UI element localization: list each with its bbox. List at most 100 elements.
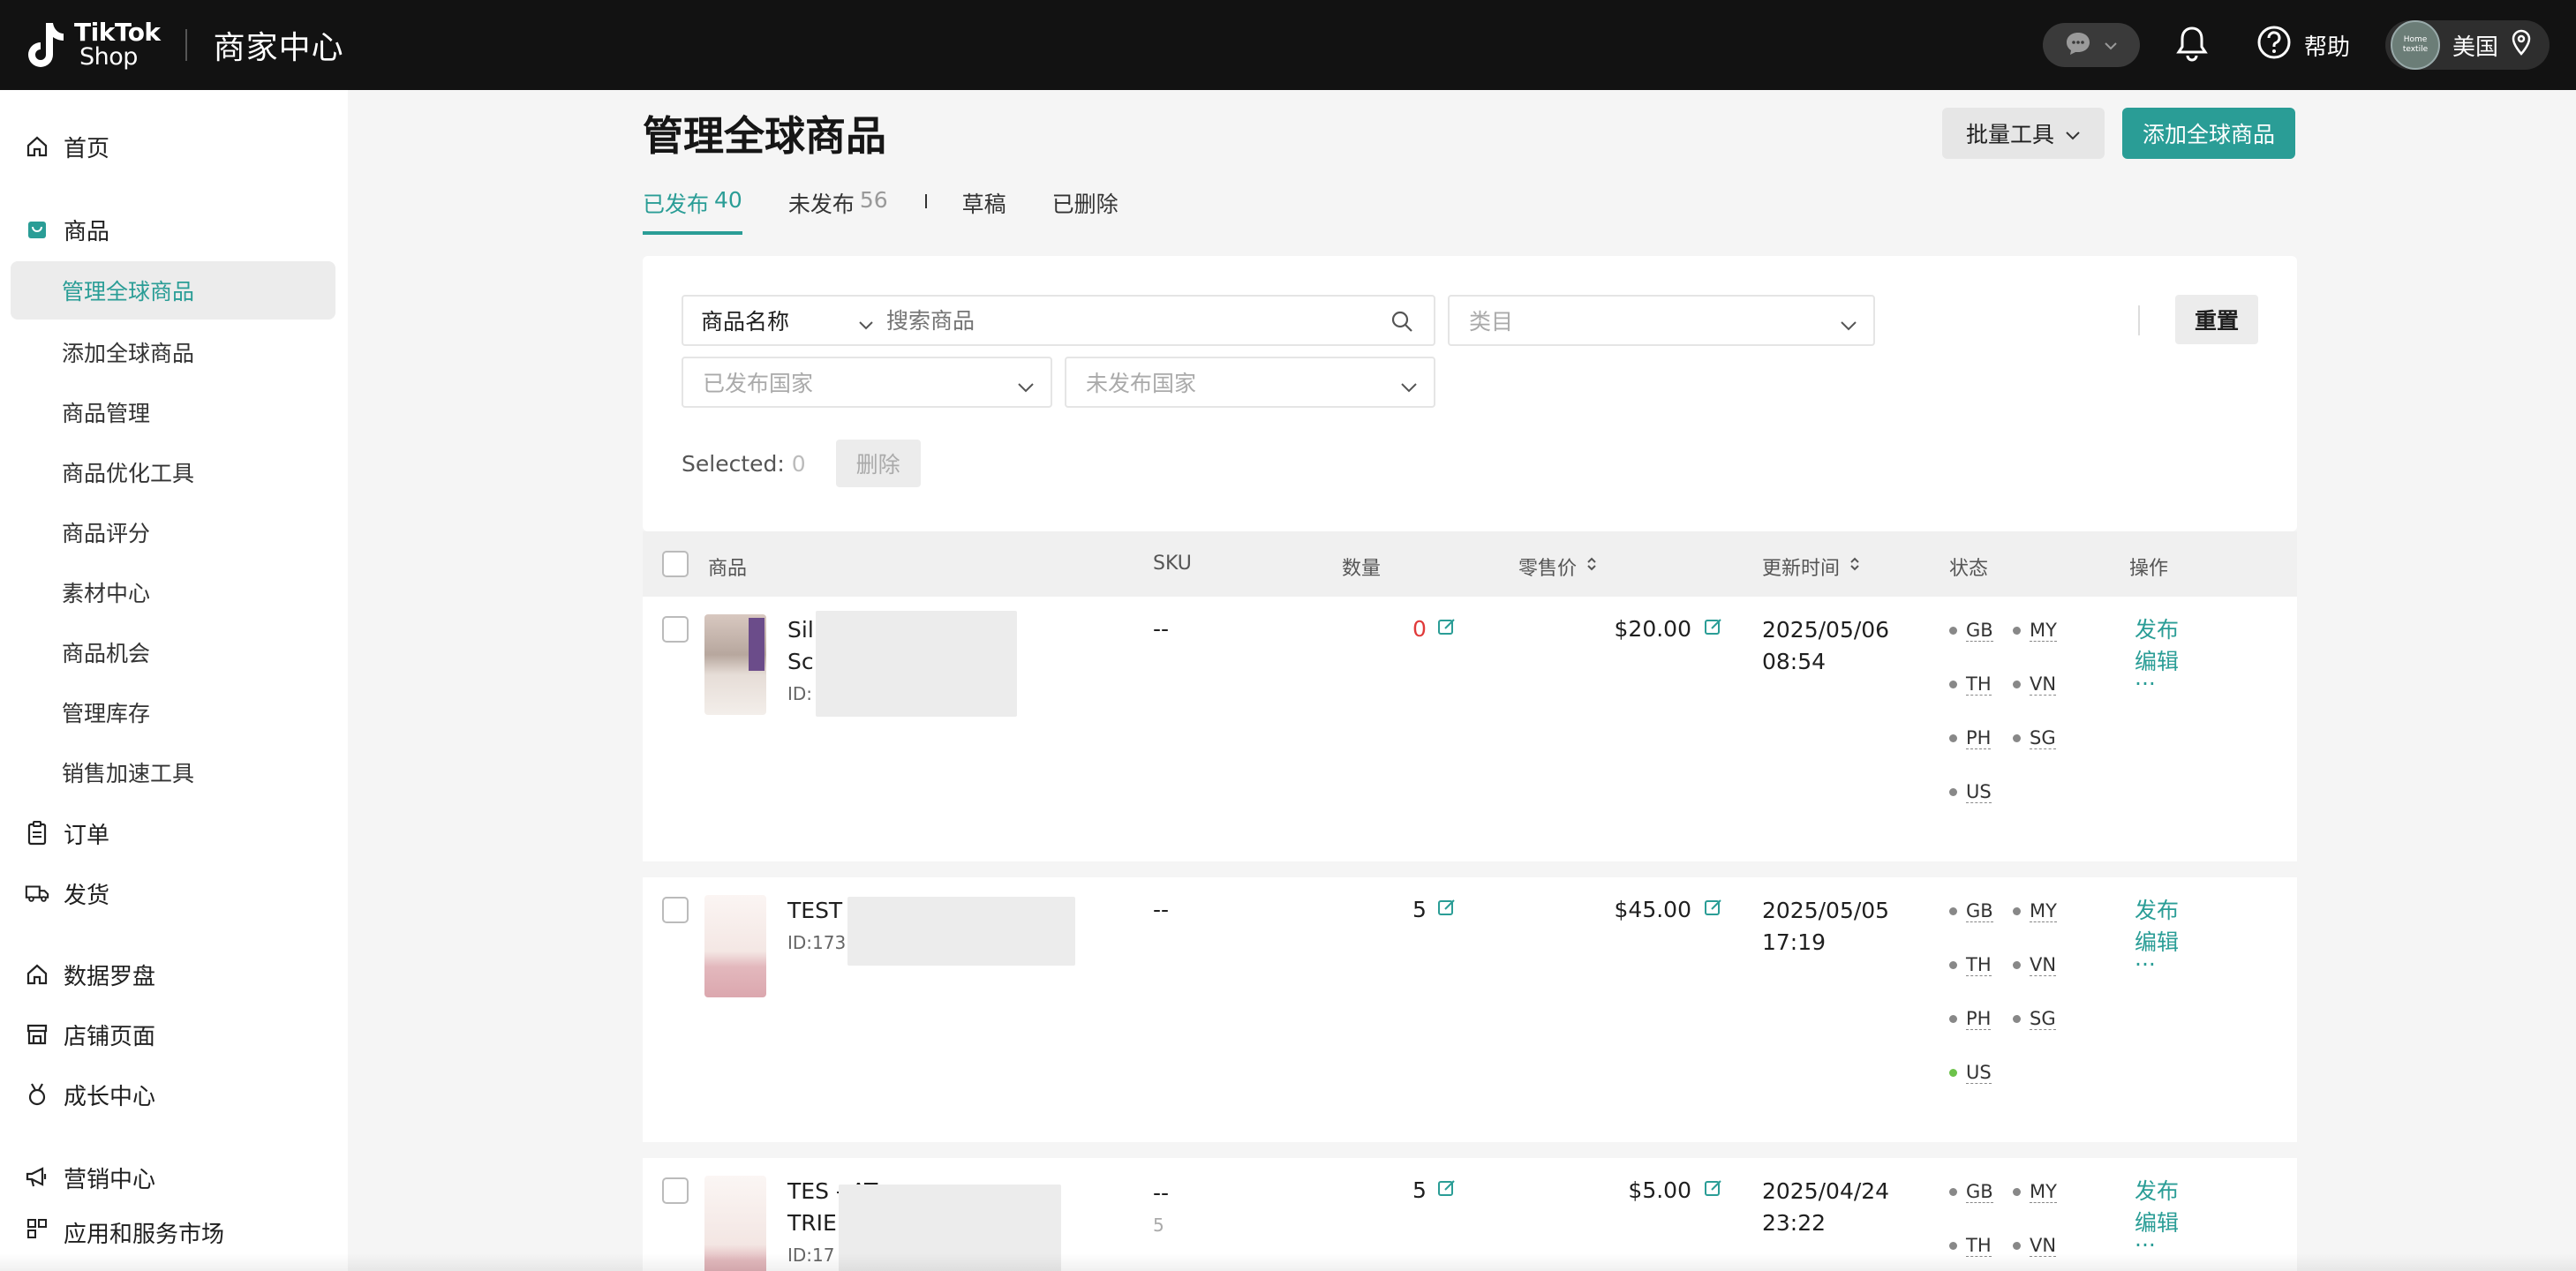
search-input[interactable]	[886, 307, 1363, 334]
country-status: US	[1949, 1062, 2013, 1084]
avatar-text: Home textile	[2402, 35, 2429, 54]
sidebar-item-optimization-tools[interactable]: 商品优化工具	[11, 443, 335, 501]
sidebar-label-orders: 订单	[64, 822, 110, 849]
tab-unpublished[interactable]: 未发布 56	[788, 187, 888, 231]
sidebar-label-products: 商品	[64, 218, 110, 245]
edit-icon[interactable]	[1704, 897, 1723, 922]
row-checkbox[interactable]	[662, 1177, 689, 1204]
country-code: US	[1966, 781, 1992, 803]
sidebar-item-shop-page[interactable]: 店铺页面	[0, 1006, 348, 1063]
add-global-product-button[interactable]: 添加全球商品	[2122, 108, 2295, 159]
quantity-cell: 5	[1412, 897, 1457, 922]
sku-value: --	[1153, 1180, 1170, 1206]
country-status: GB	[1949, 620, 2013, 642]
sidebar-item-add-global-product[interactable]: 添加全球商品	[11, 323, 335, 381]
category-select[interactable]: 类目	[1448, 295, 1875, 346]
column-header-update-time[interactable]: 更新时间	[1762, 553, 1861, 581]
tab-deleted[interactable]: 已删除	[1052, 187, 1119, 231]
sidebar-item-app-market[interactable]: 应用和服务市场	[0, 1213, 348, 1248]
edit-icon[interactable]	[1704, 616, 1723, 642]
chevron-down-icon	[2104, 37, 2118, 54]
column-label: 操作	[2129, 558, 2169, 580]
publish-link[interactable]: 发布	[2135, 614, 2179, 646]
reset-button[interactable]: 重置	[2175, 295, 2258, 344]
edit-icon[interactable]	[1437, 616, 1457, 642]
country-code: PH	[1966, 1008, 1992, 1030]
sidebar-label-data-compass: 数据罗盘	[64, 963, 156, 990]
sidebar-item-shipping[interactable]: 发货	[0, 865, 348, 921]
unpublished-country-select[interactable]: 未发布国家	[1065, 357, 1435, 408]
notification-bell-icon[interactable]	[2175, 25, 2209, 65]
country-status-list: GB MY TH VN	[1949, 1181, 2076, 1257]
help-button[interactable]: 帮助	[2256, 25, 2350, 66]
help-label: 帮助	[2303, 34, 2350, 61]
row-checkbox[interactable]	[662, 897, 689, 923]
delete-button[interactable]: 删除	[835, 440, 921, 487]
chevron-down-icon	[1400, 372, 1418, 398]
sidebar-item-media-center[interactable]: 素材中心	[11, 563, 335, 621]
sidebar-label-growth-center: 成长中心	[64, 1083, 156, 1110]
table-header: 商品 SKU 数量 零售价 更新时间 状态 操作	[643, 531, 2297, 597]
product-thumbnail[interactable]	[704, 895, 766, 997]
edit-icon[interactable]	[1437, 1177, 1457, 1203]
country-status-list: GB MY TH VN PH SG US	[1949, 900, 2076, 1084]
country-status: US	[1949, 781, 2013, 803]
update-date: 2025/05/06	[1762, 617, 1890, 643]
clipboard-icon	[25, 821, 49, 846]
tab-published[interactable]: 已发布 40	[643, 187, 742, 235]
quantity-cell: 0	[1412, 616, 1457, 642]
price-cell: $5.00	[1628, 1177, 1723, 1203]
sidebar-item-product-management[interactable]: 商品管理	[11, 383, 335, 441]
search-type-select[interactable]: 商品名称	[683, 297, 886, 344]
price-cell: $45.00	[1615, 897, 1723, 922]
sidebar-item-marketing-center[interactable]: 营销中心	[0, 1149, 348, 1206]
column-header-retail-price[interactable]: 零售价	[1518, 553, 1598, 581]
sidebar-item-product-opportunity[interactable]: 商品机会	[11, 623, 335, 681]
column-label: 数量	[1342, 558, 1382, 580]
edit-icon[interactable]	[1437, 897, 1457, 922]
published-country-select[interactable]: 已发布国家	[682, 357, 1052, 408]
tiktok-logo-icon	[23, 19, 65, 71]
update-clock: 23:22	[1762, 1210, 1827, 1236]
sort-icon[interactable]	[1586, 555, 1598, 578]
row-checkbox[interactable]	[662, 616, 689, 643]
sidebar-item-manage-global-products[interactable]: 管理全球商品	[11, 261, 335, 320]
sidebar-item-data-compass[interactable]: 数据罗盘	[0, 946, 348, 1003]
publish-link[interactable]: 发布	[2135, 1176, 2179, 1207]
sidebar-item-product-score[interactable]: 商品评分	[11, 503, 335, 561]
sidebar-item-products[interactable]: 商品	[0, 201, 348, 258]
tab-count: 40	[714, 187, 742, 213]
batch-tools-button[interactable]: 批量工具	[1942, 108, 2105, 159]
more-actions-icon[interactable]: ···	[2135, 1234, 2179, 1256]
filter-panel: 商品名称 类目 重置 已发布国家 未发布国家 Selected: 0 删除	[643, 256, 2297, 531]
more-actions-icon[interactable]: ···	[2135, 673, 2179, 695]
select-all-checkbox[interactable]	[662, 551, 689, 577]
edit-icon[interactable]	[1704, 1177, 1723, 1203]
sidebar-item-home[interactable]: 首页	[0, 118, 348, 175]
sku-value: --	[1153, 897, 1170, 922]
country-code: PH	[1966, 727, 1992, 749]
publish-link[interactable]: 发布	[2135, 895, 2179, 927]
update-date: 2025/04/24	[1762, 1178, 1890, 1204]
tiktok-shop-logo[interactable]: TikTok Shop 商家中心	[23, 19, 344, 71]
sidebar-item-orders[interactable]: 订单	[0, 805, 348, 861]
country-status-list: GB MY TH VN PH SG US	[1949, 620, 2076, 803]
sidebar-item-sales-accelerator[interactable]: 销售加速工具	[11, 743, 335, 801]
selected-count: 0	[791, 450, 806, 477]
selected-label: Selected:	[682, 450, 785, 477]
sidebar: 首页 商品 管理全球商品 添加全球商品 商品管理 商品优化工具 商品评分 素材中…	[0, 90, 348, 1271]
account-region-button[interactable]: Home textile 美国	[2384, 20, 2550, 70]
product-thumbnail[interactable]	[704, 614, 766, 715]
medal-icon	[25, 1082, 49, 1107]
search-icon[interactable]	[1390, 309, 1414, 339]
sort-icon[interactable]	[1849, 555, 1861, 578]
tab-drafts[interactable]: 草稿	[962, 187, 1006, 231]
main-content: 管理全球商品 批量工具 添加全球商品 已发布 40 未发布 56 草稿 已删除 …	[348, 90, 2576, 1271]
more-actions-icon[interactable]: ···	[2135, 953, 2179, 975]
sidebar-item-growth-center[interactable]: 成长中心	[0, 1066, 348, 1123]
bottom-shadow	[0, 1253, 2576, 1271]
chevron-down-icon	[858, 311, 874, 336]
sidebar-item-inventory[interactable]: 管理库存	[11, 683, 335, 741]
seller-center-title: 商家中心	[213, 30, 344, 66]
chat-menu-button[interactable]	[2042, 23, 2140, 67]
